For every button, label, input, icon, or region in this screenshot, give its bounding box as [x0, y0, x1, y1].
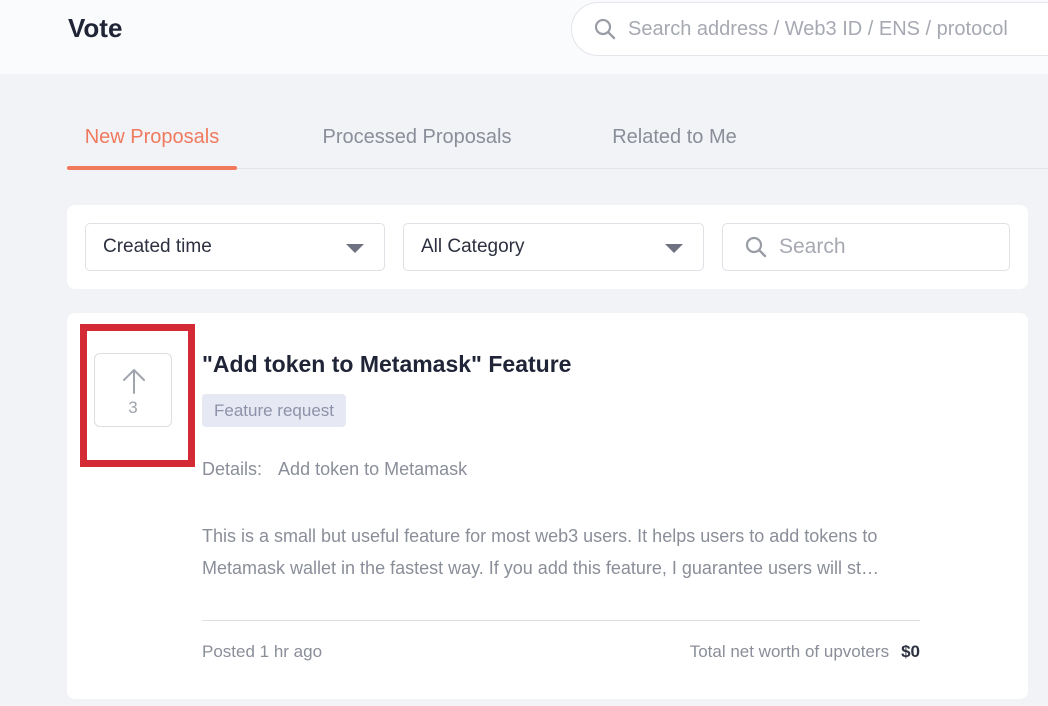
proposal-card: 3 "Add token to Metamask" Feature Featur…: [67, 313, 1028, 699]
search-icon: [745, 236, 767, 258]
proposal-details: Details: Add token to Metamask: [202, 457, 467, 481]
upvoter-networth: Total net worth of upvoters $0: [690, 640, 920, 664]
filter-bar: Created time All Category: [67, 205, 1028, 289]
category-tag: Feature request: [202, 394, 347, 427]
proposal-description: This is a small but useful feature for m…: [202, 526, 879, 578]
caret-down-icon: [346, 244, 364, 253]
proposal-title[interactable]: "Add token to Metamask" Feature: [202, 349, 571, 379]
details-value: Add token to Metamask: [278, 459, 468, 479]
sort-select-value: Created time: [103, 236, 212, 257]
search-icon: [594, 18, 616, 40]
posted-time: Posted 1 hr ago: [202, 642, 323, 661]
tab-processed-proposals[interactable]: Processed Proposals: [307, 110, 527, 169]
global-search-input[interactable]: [628, 17, 1048, 41]
proposal-search-input[interactable]: [779, 235, 999, 259]
global-search-box[interactable]: [571, 2, 1048, 56]
tab-related-to-me[interactable]: Related to Me: [597, 110, 752, 169]
arrow-up-icon: [123, 369, 145, 394]
vote-count: 3: [128, 398, 138, 417]
tab-new-proposals[interactable]: New Proposals: [67, 110, 237, 170]
divider: [202, 620, 920, 621]
page-title: Vote: [68, 13, 123, 43]
category-select-value: All Category: [421, 236, 525, 257]
sort-select[interactable]: Created time: [85, 223, 385, 271]
networth-label: Total net worth of upvoters: [689, 642, 890, 661]
proposal-tabs: New Proposals Processed Proposals Relate…: [67, 110, 1048, 170]
category-select[interactable]: All Category: [403, 223, 704, 271]
caret-down-icon: [665, 244, 683, 253]
details-label: Details:: [202, 459, 263, 479]
top-bar: Vote: [0, 0, 1048, 74]
upvote-button[interactable]: 3: [94, 353, 172, 427]
networth-value: $0: [901, 642, 920, 661]
proposal-search-box[interactable]: [722, 223, 1010, 271]
